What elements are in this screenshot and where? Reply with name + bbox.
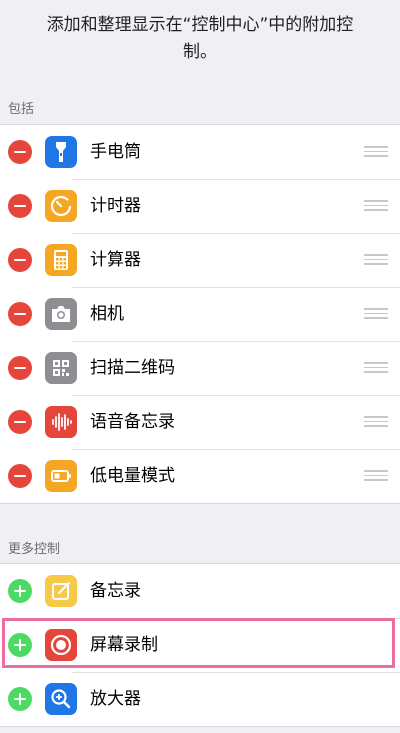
reorder-handle[interactable] [364, 200, 388, 212]
item-label: 备忘录 [90, 581, 141, 601]
add-button[interactable] [8, 633, 32, 657]
calculator-icon [45, 244, 77, 276]
magnifier-icon [45, 683, 77, 715]
list-item-calculator: 计算器 [0, 233, 400, 287]
item-label: 相机 [90, 304, 124, 324]
section-header-included: 包括 [8, 102, 35, 117]
list-item-timer: 计时器 [0, 179, 400, 233]
remove-button[interactable] [8, 464, 32, 488]
list-item-camera: 相机 [0, 287, 400, 341]
intro-section: 添加和整理显示在“控制中心”中的附加控制。 [0, 0, 400, 82]
more-controls-list: 备忘录 屏幕录制 放大器 [0, 563, 400, 727]
reorder-handle[interactable] [364, 254, 388, 266]
reorder-handle[interactable] [364, 146, 388, 158]
list-item-flashlight: 手电筒 [0, 125, 400, 179]
remove-button[interactable] [8, 248, 32, 272]
item-label: 放大器 [90, 689, 141, 709]
timer-icon [45, 190, 77, 222]
battery-icon [45, 460, 77, 492]
included-list: 手电筒 计时器 计算器 相机 扫描二维码 语音备忘录 低电量模式 [0, 124, 400, 504]
item-label: 计算器 [90, 250, 141, 270]
section-header-more: 更多控制 [8, 542, 61, 557]
reorder-handle[interactable] [364, 470, 388, 482]
item-label: 低电量模式 [90, 466, 175, 486]
add-button[interactable] [8, 687, 32, 711]
add-button[interactable] [8, 579, 32, 603]
list-item-qr: 扫描二维码 [0, 341, 400, 395]
reorder-handle[interactable] [364, 416, 388, 428]
voice-memo-icon [45, 406, 77, 438]
item-label: 手电筒 [90, 142, 141, 162]
qr-code-icon [45, 352, 77, 384]
flashlight-icon [45, 136, 77, 168]
list-item-notes: 备忘录 [0, 564, 400, 618]
screen-record-icon [45, 629, 77, 661]
list-item-low-power: 低电量模式 [0, 449, 400, 503]
list-item-voice-memo: 语音备忘录 [0, 395, 400, 449]
list-item-screen-record: 屏幕录制 [0, 618, 400, 672]
camera-icon [45, 298, 77, 330]
remove-button[interactable] [8, 356, 32, 380]
item-label: 语音备忘录 [90, 412, 175, 432]
reorder-handle[interactable] [364, 308, 388, 320]
reorder-handle[interactable] [364, 362, 388, 374]
remove-button[interactable] [8, 302, 32, 326]
item-label: 屏幕录制 [90, 635, 158, 655]
intro-text: 添加和整理显示在“控制中心”中的附加控制。 [46, 15, 354, 62]
remove-button[interactable] [8, 194, 32, 218]
remove-button[interactable] [8, 140, 32, 164]
item-label: 计时器 [90, 196, 141, 216]
notes-icon [45, 575, 77, 607]
item-label: 扫描二维码 [90, 358, 175, 378]
list-item-magnifier: 放大器 [0, 672, 400, 726]
remove-button[interactable] [8, 410, 32, 434]
